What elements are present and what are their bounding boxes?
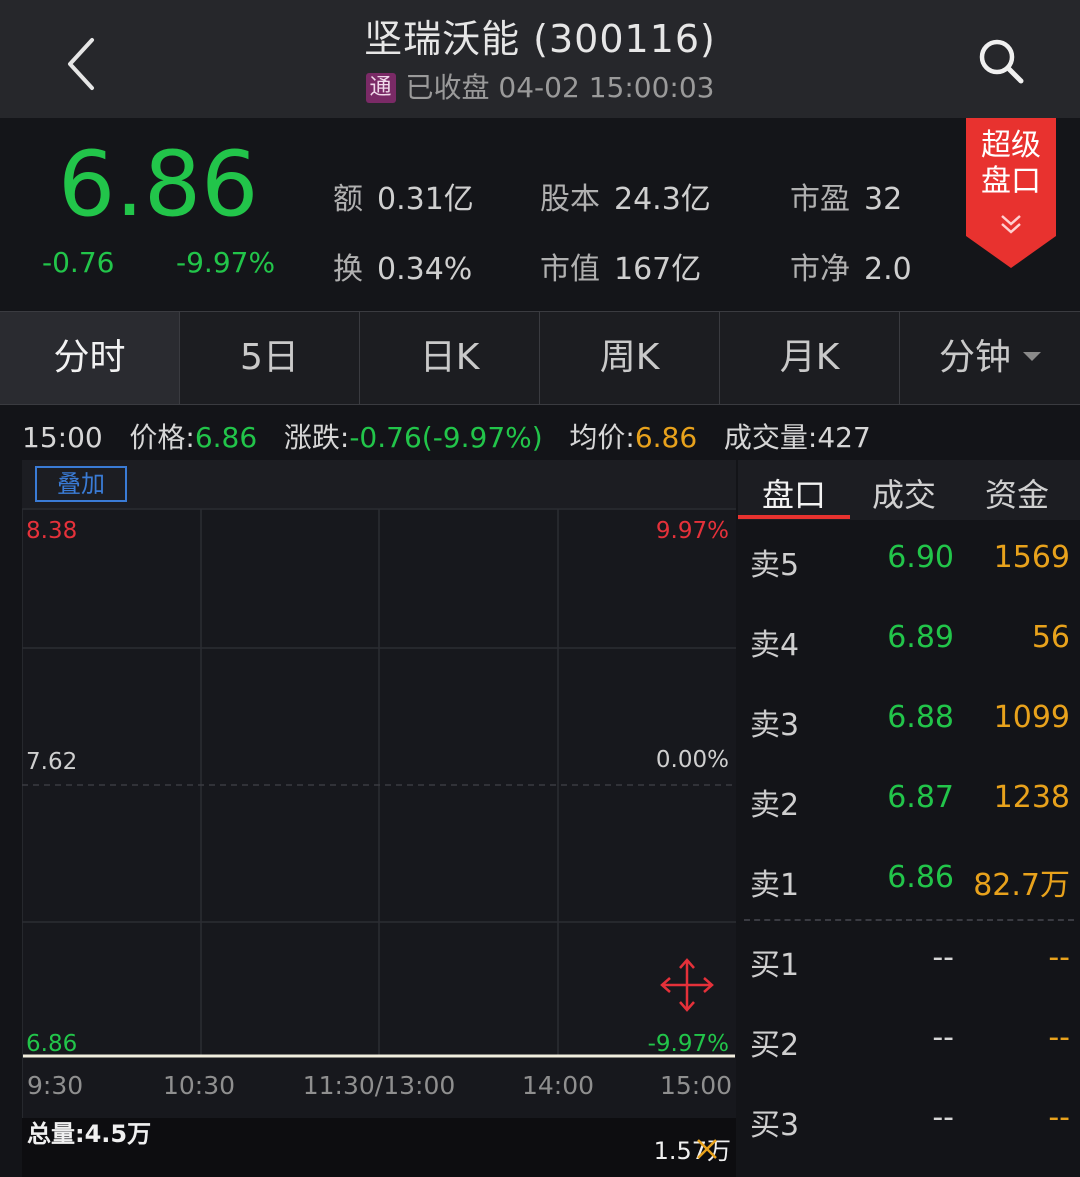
price-change-pct: -9.97% (176, 246, 276, 279)
x-label-1400: 14:00 (522, 1071, 594, 1100)
x-label-1130-1300: 11:30/13:00 (303, 1071, 456, 1100)
tab-minute[interactable]: 分钟 (900, 312, 1080, 404)
info-change-label: 涨跌: (283, 421, 350, 454)
overlay-button[interactable]: 叠加 (35, 466, 127, 502)
x-label-1030: 10:30 (163, 1071, 235, 1100)
ask-row-3: 卖3 6.88 1099 (750, 700, 1070, 743)
dropdown-caret-icon (1023, 352, 1041, 361)
connect-badge: 通 (365, 73, 396, 103)
info-vol-label: 成交量: (723, 421, 818, 454)
stat-market-cap: 市值 167亿 (540, 252, 702, 287)
book-tab-orderbook[interactable]: 盘口 (762, 470, 826, 516)
info-time: 15:00 (22, 421, 103, 454)
stat-turnover: 换 0.34% (333, 252, 473, 287)
tab-5day[interactable]: 5日 (180, 312, 360, 404)
tab-intraday[interactable]: 分时 (0, 312, 180, 404)
y-label-low: 6.86 (26, 1031, 77, 1057)
stock-title: 坚瑞沃能 (300116) (364, 17, 716, 61)
pct-label-mid: 0.00% (656, 747, 729, 773)
crosshair-info: 15:00 价格:6.86 涨跌:-0.76(-9.97%) 均价:6.86 成… (22, 416, 871, 456)
super-orderbook-label: 超级 盘口 (981, 128, 1041, 199)
ask-row-5: 卖5 6.90 1569 (750, 540, 1070, 583)
ask-row-4: 卖4 6.89 56 (750, 620, 1070, 663)
tab-weekly-k[interactable]: 周K (540, 312, 720, 404)
book-divider (744, 919, 1074, 921)
bid-row-1: 买1 -- -- (750, 940, 1070, 983)
price-change: -0.76 (42, 246, 115, 279)
chart-toolbar (22, 460, 736, 508)
current-price: 6.86 (58, 132, 259, 237)
tab-monthly-k[interactable]: 月K (720, 312, 900, 404)
x-label-0930: 9:30 (27, 1071, 83, 1100)
ask-row-1: 卖1 6.86 82.7万 (750, 860, 1070, 903)
book-tab-indicator (738, 515, 850, 519)
pct-label-low: -9.97% (648, 1031, 729, 1057)
max-volume-label: 1.57万 (654, 1137, 731, 1165)
search-icon[interactable] (976, 36, 1026, 86)
market-status: 通已收盘 04-02 15:00:03 (0, 66, 1080, 106)
stat-pb: 市净 2.0 (790, 252, 912, 287)
info-avg: 6.86 (634, 421, 698, 454)
tab-daily-k[interactable]: 日K (360, 312, 540, 404)
info-price: 6.86 (194, 421, 258, 454)
book-tab-funds[interactable]: 资金 (985, 470, 1049, 516)
super-orderbook-button[interactable]: 超级 盘口 (966, 118, 1056, 268)
ask-row-2: 卖2 6.87 1238 (750, 780, 1070, 823)
period-tabs: 分时 5日 日K 周K 月K 分钟 (0, 311, 1080, 405)
total-volume-label: 总量:4.5万 (27, 1120, 151, 1148)
intraday-chart[interactable]: 8.38 7.62 6.86 9.97% 0.00% -9.97% 9:30 1… (22, 460, 736, 1177)
stat-share-capital: 股本 24.3亿 (540, 182, 711, 217)
info-change: -0.76(-9.97%) (349, 421, 543, 454)
stat-pe: 市盈 32 (790, 182, 903, 217)
book-tab-trades[interactable]: 成交 (872, 470, 936, 516)
bid-row-2: 买2 -- -- (750, 1020, 1070, 1063)
info-price-label: 价格: (129, 421, 195, 454)
y-label-mid: 7.62 (26, 749, 77, 775)
y-label-high: 8.38 (26, 518, 77, 544)
pct-label-high: 9.97% (656, 518, 729, 544)
market-status-text: 已收盘 04-02 15:00:03 (405, 71, 715, 104)
info-vol: 427 (817, 421, 871, 454)
bid-row-3: 买3 -- -- (750, 1100, 1070, 1143)
tab-minute-label: 分钟 (938, 337, 1011, 378)
info-avg-label: 均价: (569, 421, 635, 454)
stat-amount: 额 0.31亿 (333, 182, 474, 217)
x-label-1500: 15:00 (660, 1071, 732, 1100)
